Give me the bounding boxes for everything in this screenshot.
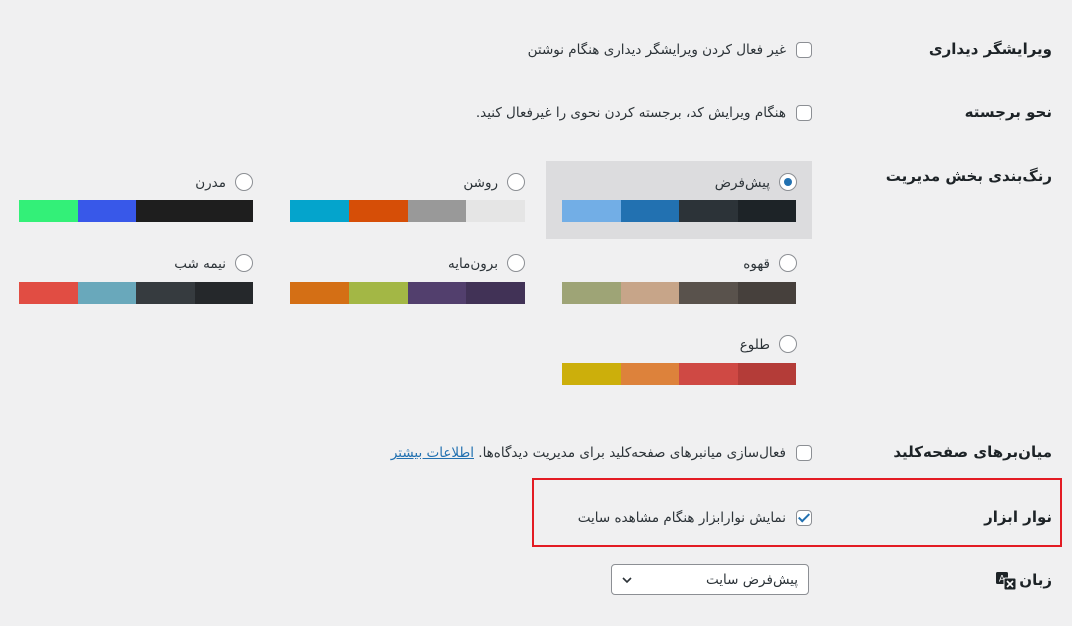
scheme-color-chip <box>620 200 679 222</box>
learn-more-link[interactable]: اطلاعات بیشتر <box>391 445 474 461</box>
scheme-color-chip <box>562 363 621 385</box>
scheme-swatch-modern[interactable] <box>19 200 253 222</box>
scheme-radio-midnight[interactable] <box>235 254 253 272</box>
scheme-label-light: روشن <box>463 175 498 191</box>
scheme-color-chip <box>194 200 253 222</box>
scheme-color-chip <box>407 282 467 304</box>
chevron-down-icon <box>620 573 634 591</box>
scheme-label-midnight: نیمه شب <box>174 256 226 272</box>
syntax-highlight-option-text: هنگام ویرایش کد، برجسته کردن نحوی را غیر… <box>475 105 786 121</box>
visual-editor-checkbox[interactable] <box>796 42 812 58</box>
language-label: زبان <box>1019 571 1052 589</box>
scheme-color-chip <box>290 200 349 222</box>
language-select[interactable]: پیش‌فرض سایت <box>611 564 809 595</box>
scheme-color-chip <box>679 363 738 385</box>
scheme-color-chip <box>136 282 195 304</box>
scheme-swatch-ectoplasm[interactable] <box>290 282 525 304</box>
scheme-swatch-midnight[interactable] <box>19 282 253 304</box>
scheme-label-coffee: قهوه <box>743 256 770 272</box>
scheme-color-chip <box>737 363 796 385</box>
scheme-color-chip <box>348 282 408 304</box>
scheme-color-chip <box>407 200 467 222</box>
scheme-radio-default[interactable] <box>779 173 797 191</box>
scheme-radio-coffee[interactable] <box>779 254 797 272</box>
scheme-label-sunrise: طلوع <box>739 337 770 353</box>
scheme-swatch-default[interactable] <box>562 200 796 222</box>
scheme-color-chip <box>19 282 78 304</box>
keyboard-shortcuts-option: فعال‌سازی میانبرهای صفحه‌کلید برای مدیری… <box>391 445 786 461</box>
scheme-color-chip <box>290 282 349 304</box>
keyboard-shortcuts-option-text: فعال‌سازی میانبرهای صفحه‌کلید برای مدیری… <box>478 445 786 461</box>
scheme-swatch-sunrise[interactable] <box>562 363 796 385</box>
scheme-color-chip <box>620 363 679 385</box>
scheme-color-chip <box>136 200 195 222</box>
scheme-color-chip <box>737 282 796 304</box>
syntax-highlight-checkbox[interactable] <box>796 105 812 121</box>
visual-editor-option-text: غیر فعال کردن ویرایشگر دیداری هنگام نوشت… <box>527 42 786 58</box>
scheme-radio-light[interactable] <box>507 173 525 191</box>
scheme-swatch-coffee[interactable] <box>562 282 796 304</box>
toolbar-option-text: نمایش نوارابزار هنگام مشاهده سایت <box>577 510 786 526</box>
scheme-label-default: پیش‌فرض <box>714 175 770 191</box>
scheme-color-chip <box>620 282 679 304</box>
scheme-color-chip <box>679 200 738 222</box>
language-select-value: پیش‌فرض سایت <box>706 572 798 588</box>
toolbar-label: نوار ابزار <box>984 508 1052 526</box>
scheme-swatch-light[interactable] <box>290 200 525 222</box>
scheme-color-chip <box>77 200 136 222</box>
admin-color-scheme-label: رنگ‌بندی بخش مدیریت <box>885 167 1052 185</box>
keyboard-shortcuts-checkbox[interactable] <box>796 445 812 461</box>
scheme-label-ectoplasm: برون‌مایه <box>448 256 498 272</box>
translation-icon: A <box>995 571 1017 595</box>
scheme-color-chip <box>466 282 525 304</box>
scheme-label-modern: مدرن <box>195 175 226 191</box>
toolbar-checkbox[interactable] <box>796 510 812 526</box>
keyboard-shortcuts-label: میان‌برهای صفحه‌کلید <box>893 443 1052 461</box>
scheme-radio-ectoplasm[interactable] <box>507 254 525 272</box>
scheme-color-chip <box>194 282 253 304</box>
visual-editor-label: ویرایشگر دیداری <box>928 40 1052 58</box>
scheme-color-chip <box>348 200 408 222</box>
scheme-color-chip <box>737 200 796 222</box>
syntax-highlight-label: نحو برجسته <box>964 103 1052 121</box>
scheme-radio-sunrise[interactable] <box>779 335 797 353</box>
scheme-color-chip <box>77 282 136 304</box>
scheme-color-chip <box>562 282 621 304</box>
scheme-color-chip <box>562 200 621 222</box>
scheme-color-chip <box>466 200 525 222</box>
scheme-color-chip <box>19 200 78 222</box>
scheme-radio-modern[interactable] <box>235 173 253 191</box>
scheme-color-chip <box>679 282 738 304</box>
